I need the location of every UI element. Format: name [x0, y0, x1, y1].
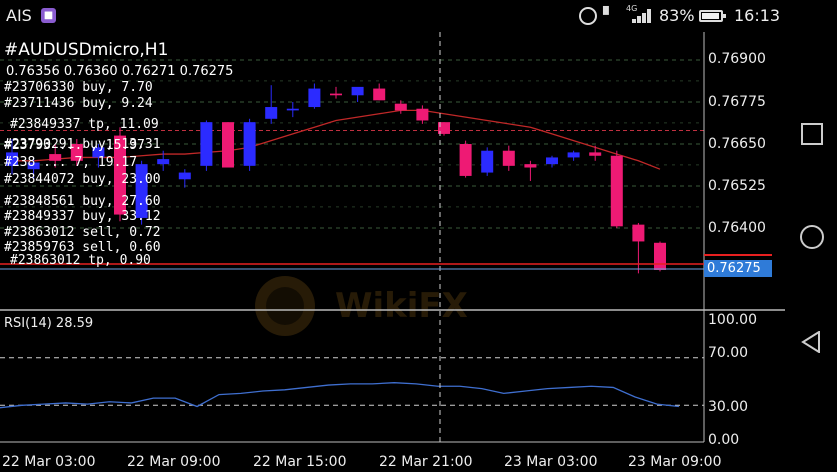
- home-button[interactable]: [800, 225, 824, 249]
- order-label: #23849337 buy, 33.12: [4, 209, 161, 224]
- candlestick: [546, 155, 558, 168]
- candle-body: [610, 155, 623, 227]
- time-label: 22 Mar 15:00: [253, 454, 347, 470]
- price-label: 0.76400: [708, 220, 766, 236]
- candle-body: [416, 108, 429, 121]
- rsi-level-label: 0.00: [708, 432, 740, 448]
- rsi-level-label: 30.00: [708, 399, 749, 415]
- candlestick: [394, 100, 407, 114]
- candlestick: [610, 150, 623, 228]
- signal-icon: [632, 9, 654, 23]
- battery-icon: [699, 10, 726, 22]
- candlestick: [459, 140, 472, 178]
- candle-body: [265, 107, 278, 119]
- rsi-level-label: 70.00: [708, 345, 749, 361]
- candle-body: [330, 93, 342, 96]
- current-price-badge: 0.76275: [704, 260, 772, 277]
- candlestick: [654, 241, 666, 272]
- candle-body: [243, 122, 256, 166]
- app-notification-icon: ■: [41, 8, 56, 23]
- candle-body: [222, 122, 234, 168]
- price-label: 0.76775: [708, 94, 766, 110]
- candlestick: [286, 102, 299, 118]
- order-label: #23863012 sell, 0.72: [4, 225, 161, 240]
- candle-body: [308, 88, 321, 108]
- price-label: 0.76525: [708, 178, 766, 194]
- ohlc-values: 0.76356 0.76360 0.76271 0.76275: [6, 64, 234, 79]
- candle-body: [178, 172, 191, 180]
- svg-text:WikiFX: WikiFX: [335, 286, 468, 326]
- candlestick: [200, 120, 213, 171]
- clock: 16:13: [734, 6, 781, 25]
- candle-body: [502, 150, 515, 166]
- rsi-indicator-label: RSI(14) 28.59: [4, 316, 94, 331]
- candle-body: [632, 224, 645, 242]
- candlestick: [330, 86, 342, 99]
- candlestick: [481, 147, 494, 176]
- price-label: 0.76650: [708, 136, 766, 152]
- time-label: 22 Mar 03:00: [2, 454, 96, 470]
- candle-body: [459, 144, 472, 176]
- candle-body: [351, 86, 364, 96]
- order-label: #238 ... 7, 19.17: [4, 155, 138, 170]
- candle-body: [524, 164, 537, 168]
- recent-apps-button[interactable]: [801, 123, 823, 145]
- rsi-level-label: 100.00: [708, 312, 757, 328]
- carrier-name: AIS: [6, 6, 32, 25]
- candle-body: [286, 108, 299, 111]
- candlestick: [351, 86, 364, 102]
- wifi-icon: ▘: [603, 6, 615, 24]
- time-label: 22 Mar 21:00: [379, 454, 473, 470]
- candlestick: [308, 83, 321, 109]
- order-label: #23793 ... , 15.97: [4, 138, 145, 153]
- time-label: 23 Mar 09:00: [628, 454, 722, 470]
- time-label: 23 Mar 03:00: [504, 454, 598, 470]
- candlestick: [243, 118, 256, 171]
- candle-body: [654, 242, 666, 270]
- alarm-icon: [579, 7, 597, 25]
- candlestick: [632, 222, 645, 274]
- candle-body: [157, 159, 170, 165]
- candle-body: [481, 150, 494, 173]
- price-label: 0.76900: [708, 51, 766, 67]
- candlestick: [502, 145, 515, 171]
- wikifx-watermark-logo: WikiFX: [255, 276, 468, 336]
- trading-chart[interactable]: WikiFX #AUDUSDmicro,H1 0.76356 0.76360 0…: [0, 32, 785, 472]
- order-label: #23844072 buy, 23.00: [4, 172, 161, 187]
- candlestick: [222, 122, 234, 168]
- chart-symbol-title: #AUDUSDmicro,H1: [4, 40, 169, 60]
- candlestick: [265, 85, 278, 124]
- candlestick: [524, 160, 537, 181]
- candlestick: [416, 105, 429, 124]
- battery-percent: 83%: [659, 6, 695, 25]
- candlestick: [589, 145, 602, 161]
- order-label: #23848561 buy, 27.60: [4, 194, 161, 209]
- back-arrow-icon: [801, 331, 820, 353]
- candle-body: [373, 88, 386, 101]
- candlestick: [567, 150, 580, 161]
- candle-body: [394, 103, 407, 111]
- rsi-line: [0, 382, 679, 409]
- status-bar: AIS ■ ▘ 4G 83% 16:13: [0, 0, 784, 32]
- time-label: 22 Mar 09:00: [127, 454, 221, 470]
- candle-body: [200, 122, 213, 166]
- order-label: #23706330 buy, 7.70: [4, 80, 153, 95]
- order-label: #23711436 buy, 9.24: [4, 96, 153, 111]
- back-button[interactable]: [801, 331, 821, 353]
- candlestick: [178, 169, 191, 188]
- candle-body: [567, 152, 580, 158]
- candle-body: [546, 157, 558, 165]
- order-label: #23849337 tp, 11.09: [10, 117, 159, 132]
- order-label: #23863012 tp, 0.90: [10, 253, 151, 268]
- candlestick: [373, 83, 386, 101]
- candle-body: [589, 152, 602, 156]
- android-nav-bar: [785, 0, 837, 472]
